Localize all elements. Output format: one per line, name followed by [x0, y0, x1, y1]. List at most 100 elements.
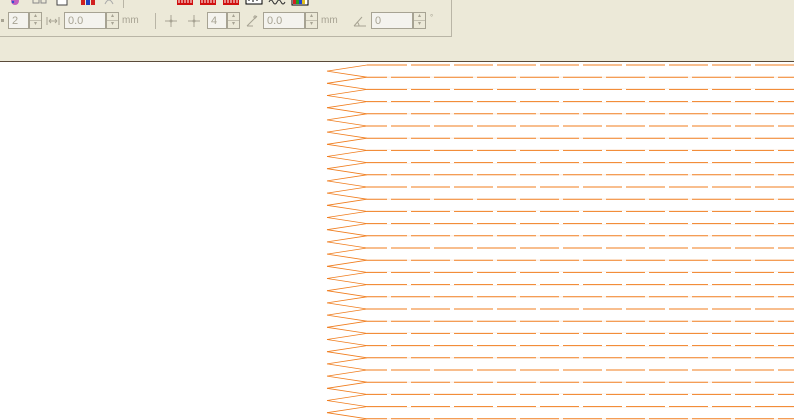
wave-icon[interactable]	[268, 0, 286, 6]
angle-stitch-icon	[246, 15, 258, 27]
stitch-return	[326, 308, 368, 316]
curve-icon[interactable]	[104, 0, 114, 6]
stitch-return	[326, 326, 368, 334]
stitch-return	[326, 150, 368, 157]
stitch-return	[326, 64, 368, 72]
stitch-return	[326, 162, 368, 170]
angle-input[interactable]: 0	[371, 12, 413, 29]
length-unit: mm	[321, 15, 338, 26]
stepper-up-icon[interactable]: ▴	[306, 13, 317, 21]
stitch-return	[326, 381, 368, 389]
angle-unit: °	[430, 13, 434, 22]
width-offset-icon	[46, 17, 60, 25]
stitch-return	[326, 387, 368, 395]
stitch-return	[326, 82, 368, 90]
stitch-return	[326, 174, 368, 182]
top-toolbar-strip	[0, 0, 312, 8]
angle-stepper[interactable]: ▴ ▾	[413, 12, 426, 29]
stitch-return	[326, 198, 368, 206]
stitch-return	[326, 89, 368, 96]
stepper-up-icon[interactable]: ▴	[414, 13, 425, 21]
stitch-return	[326, 101, 368, 109]
stitch-return	[326, 284, 368, 292]
stepper-up-icon[interactable]: ▴	[107, 13, 118, 21]
stitch-return	[326, 204, 368, 212]
stitch-return	[326, 113, 368, 121]
stitch-return	[326, 156, 368, 163]
length-stepper[interactable]: ▴ ▾	[305, 12, 318, 29]
stepper-down-icon[interactable]: ▾	[107, 21, 118, 28]
stitch-return	[326, 217, 368, 224]
stitch-return	[326, 192, 368, 200]
red-pattern-icon[interactable]	[199, 0, 217, 6]
stepper-down-icon[interactable]: ▾	[228, 21, 239, 28]
stitch-return	[326, 229, 368, 237]
stitch-return	[326, 223, 368, 231]
stitch-return	[326, 302, 368, 310]
offset-unit: mm	[122, 15, 139, 26]
stitch-return	[326, 412, 368, 420]
stitch-return	[326, 259, 368, 267]
rotate-angle-icon	[353, 16, 366, 27]
stitch-parameters-row: 2 ▴ ▾ 0.0 ▴ ▾ mm 4 ▴ ▾ 0.0 ▴ ▾ mm 0 ▴ ▾ …	[0, 10, 451, 32]
stitch-return	[326, 265, 368, 273]
offset-input[interactable]: 0.0	[64, 12, 106, 29]
move-arrows-alt-icon[interactable]	[187, 14, 201, 28]
stitch-return	[326, 125, 368, 133]
red-pattern-icon[interactable]	[222, 0, 240, 6]
stitch-return	[326, 314, 368, 322]
stitch-return	[326, 345, 368, 353]
stitch-return	[326, 278, 368, 285]
stitch-return	[326, 339, 368, 346]
toolbar-area: 2 ▴ ▾ 0.0 ▴ ▾ mm 4 ▴ ▾ 0.0 ▴ ▾ mm 0 ▴ ▾ …	[0, 0, 794, 62]
stitch-return	[326, 235, 368, 243]
stitch-return	[326, 296, 368, 304]
color-chart-icon[interactable]	[291, 0, 309, 6]
offset-stepper[interactable]: ▴ ▾	[106, 12, 119, 29]
stitch-return	[326, 375, 368, 383]
stitch-return	[326, 320, 368, 328]
spacing-input[interactable]: 2	[8, 12, 29, 29]
stitch-return	[326, 406, 368, 414]
palette-icon[interactable]	[8, 0, 22, 6]
stitch-return	[326, 168, 368, 176]
stitch-return	[326, 394, 368, 401]
stitch-return	[326, 70, 368, 78]
length-input[interactable]: 0.0	[263, 12, 305, 29]
fill-stitch-pattern	[326, 64, 794, 420]
stitch-return	[326, 333, 368, 340]
stepper-down-icon[interactable]: ▾	[414, 21, 425, 28]
text-icon[interactable]	[80, 0, 96, 6]
stitch-return	[326, 241, 368, 249]
repeat-stepper[interactable]: ▴ ▾	[227, 12, 240, 29]
spacing-stepper[interactable]: ▴ ▾	[29, 12, 42, 29]
stitch-return	[326, 253, 368, 261]
repeat-input[interactable]: 4	[207, 12, 227, 29]
stepper-up-icon[interactable]: ▴	[30, 13, 41, 21]
design-canvas[interactable]	[0, 62, 794, 420]
separator	[155, 13, 156, 29]
stitch-return	[326, 95, 368, 102]
stitch-return	[326, 290, 368, 298]
stepper-down-icon[interactable]: ▾	[30, 21, 41, 28]
stitch-return	[326, 211, 368, 218]
stitch-return	[326, 351, 368, 359]
window-icon[interactable]	[56, 0, 68, 6]
separator	[123, 0, 124, 8]
ruler-icon[interactable]	[245, 0, 263, 6]
move-arrows-icon[interactable]	[164, 14, 178, 28]
stepper-down-icon[interactable]: ▾	[306, 21, 317, 28]
stitch-return	[326, 76, 368, 84]
stitch-return	[326, 400, 368, 407]
stitch-return	[326, 143, 368, 151]
stitch-return	[326, 186, 368, 194]
stitch-return	[326, 272, 368, 279]
red-pattern-icon[interactable]	[176, 0, 194, 6]
grid-icon[interactable]	[32, 0, 48, 6]
stepper-up-icon[interactable]: ▴	[228, 13, 239, 21]
stitch-return	[326, 131, 368, 139]
stitch-return	[326, 357, 368, 365]
stitch-return	[326, 363, 368, 371]
stitch-settings-toolbar: 2 ▴ ▾ 0.0 ▴ ▾ mm 4 ▴ ▾ 0.0 ▴ ▾ mm 0 ▴ ▾ …	[0, 0, 452, 37]
grip-handle[interactable]	[1, 19, 4, 22]
